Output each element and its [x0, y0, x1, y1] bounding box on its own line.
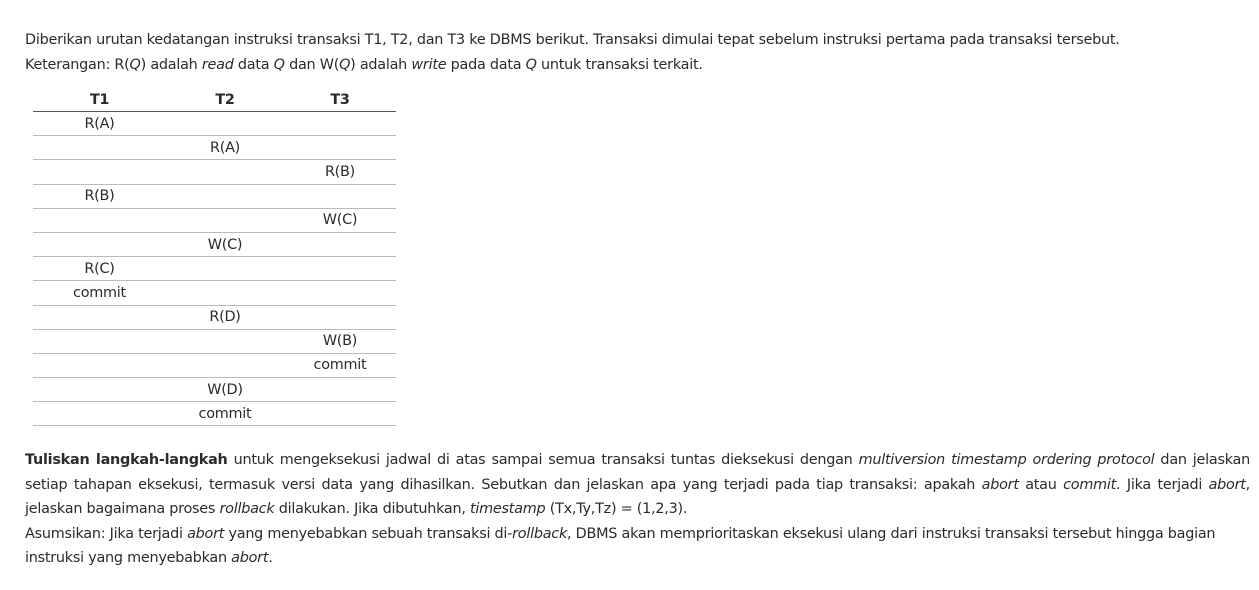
schedule-row: W(C) [33, 232, 396, 258]
task-description: Tuliskan langkah-langkah untuk mengeksek… [25, 448, 1250, 571]
schedule-cell-t2 [166, 329, 284, 354]
schedule-cell-t1 [33, 377, 166, 403]
schedule-row: R(A) [33, 135, 396, 161]
schedule-cell-t1 [33, 329, 166, 354]
schedule-cell-t3 [284, 305, 396, 330]
text-run: . Jika terjadi [1116, 476, 1209, 493]
schedule-row: R(B) [33, 159, 396, 185]
schedule-cell-t2 [166, 159, 284, 185]
schedule-cell-t1 [33, 305, 166, 330]
text-run: atau [1018, 476, 1064, 493]
text-run: Keterangan: R( [25, 57, 130, 73]
schedule-cell-t1 [33, 401, 166, 427]
intro: Diberikan urutan kedatangan instruksi tr… [25, 28, 1250, 78]
text-run: untuk transaksi terkait. [536, 57, 703, 73]
schedule-cell-t3 [284, 401, 396, 427]
schedule-cell-t1: R(B) [33, 184, 166, 209]
schedule-cell-t2: commit [166, 401, 284, 427]
schedule-row: W(C) [33, 208, 396, 233]
schedule-row: commit [33, 401, 396, 427]
schedule-row: R(D) [33, 305, 396, 330]
italic-text: Q [339, 57, 351, 73]
text-run: dan W( [284, 57, 340, 73]
schedule-cell-t1: R(C) [33, 256, 166, 282]
text-run: dilakukan. Jika dibutuhkan, [274, 501, 471, 518]
schedule-table: T1 T2 T3 R(A) R(A) R(B) R(B) W(C) W(C) R(C) com… [33, 88, 396, 427]
italic-text: multiversion timestamp ordering protocol [858, 452, 1155, 469]
task-paragraph-2: Asumsikan: Jika terjadi abort yang menye… [25, 522, 1250, 571]
italic-text: Q [129, 57, 141, 73]
italic-text: abort [981, 476, 1019, 493]
italic-text: abort [231, 550, 269, 567]
schedule-row: commit [33, 353, 396, 379]
text-run: (Tx,Ty,Tz) = (1,2,3). [545, 501, 688, 518]
schedule-cell-t2: R(A) [166, 135, 284, 161]
schedule-row: R(C) [33, 256, 396, 282]
text-run: yang menyebabkan sebuah transaksi di- [224, 525, 513, 542]
schedule-cell-t3: W(B) [284, 329, 396, 354]
schedule-row: R(B) [33, 184, 396, 209]
schedule-cell-t3: R(B) [284, 159, 396, 185]
schedule-cell-t2 [166, 184, 284, 209]
schedule-row: W(D) [33, 377, 396, 403]
schedule-cell-t2 [166, 256, 284, 282]
schedule-cell-t2 [166, 208, 284, 233]
text-run: data [233, 57, 274, 73]
text-run: pada data [446, 57, 526, 73]
schedule-cell-t3 [284, 184, 396, 209]
italic-text: Q [525, 57, 537, 73]
italic-text: rollback [512, 525, 568, 542]
text-run: ) adalah [140, 57, 202, 73]
schedule-row: W(B) [33, 329, 396, 354]
italic-text: timestamp [470, 501, 546, 518]
schedule-cell-t3 [284, 111, 396, 137]
schedule-cell-t1 [33, 135, 166, 161]
schedule-cell-t1: R(A) [33, 111, 166, 137]
schedule-cell-t1 [33, 232, 166, 258]
italic-text: read [201, 57, 234, 73]
schedule-cell-t3 [284, 280, 396, 306]
italic-text: abort [187, 525, 225, 542]
schedule-cell-t2 [166, 353, 284, 379]
question-content: Diberikan urutan kedatangan instruksi tr… [25, 28, 1250, 571]
schedule-cell-t3 [284, 256, 396, 282]
header-t3: T3 [284, 88, 396, 112]
schedule-row: R(A) [33, 111, 396, 137]
schedule-cell-t1: commit [33, 280, 166, 306]
intro-line-1: Diberikan urutan kedatangan instruksi tr… [25, 32, 1120, 48]
schedule-cell-t2 [166, 280, 284, 306]
text-run: . [268, 550, 273, 567]
text-run: Asumsikan: Jika terjadi [25, 525, 188, 542]
schedule-cell-t3 [284, 135, 396, 161]
header-t2: T2 [166, 88, 284, 112]
italic-text: Q [273, 57, 285, 73]
italic-text: commit [1063, 476, 1117, 493]
italic-text: abort [1208, 476, 1246, 493]
schedule-cell-t3: commit [284, 353, 396, 379]
text-run: untuk mengeksekusi jadwal di atas sampai… [227, 452, 859, 469]
italic-text: write [411, 57, 447, 73]
task-paragraph-1: Tuliskan langkah-langkah untuk mengeksek… [25, 448, 1250, 522]
schedule-row: commit [33, 280, 396, 306]
intro-line-2: Keterangan: R(Q) adalah read data Q dan … [25, 53, 1250, 78]
schedule-cell-t2: W(D) [166, 377, 284, 403]
schedule-cell-t3: W(C) [284, 208, 396, 233]
text-run: ) adalah [350, 57, 412, 73]
schedule-body: R(A) R(A) R(B) R(B) W(C) W(C) R(C) commit R(D) W(… [33, 111, 396, 427]
header-t1: T1 [33, 88, 166, 112]
schedule-cell-t1 [33, 208, 166, 233]
schedule-cell-t3 [284, 377, 396, 403]
schedule-cell-t2 [166, 111, 284, 137]
schedule-cell-t1 [33, 353, 166, 379]
schedule-cell-t3 [284, 232, 396, 258]
bold-text: Tuliskan langkah-langkah [25, 452, 228, 469]
schedule-cell-t1 [33, 159, 166, 185]
schedule-cell-t2: R(D) [166, 305, 284, 330]
schedule-header-row: T1 T2 T3 [33, 88, 396, 112]
schedule-cell-t2: W(C) [166, 232, 284, 258]
italic-text: rollback [219, 501, 275, 518]
